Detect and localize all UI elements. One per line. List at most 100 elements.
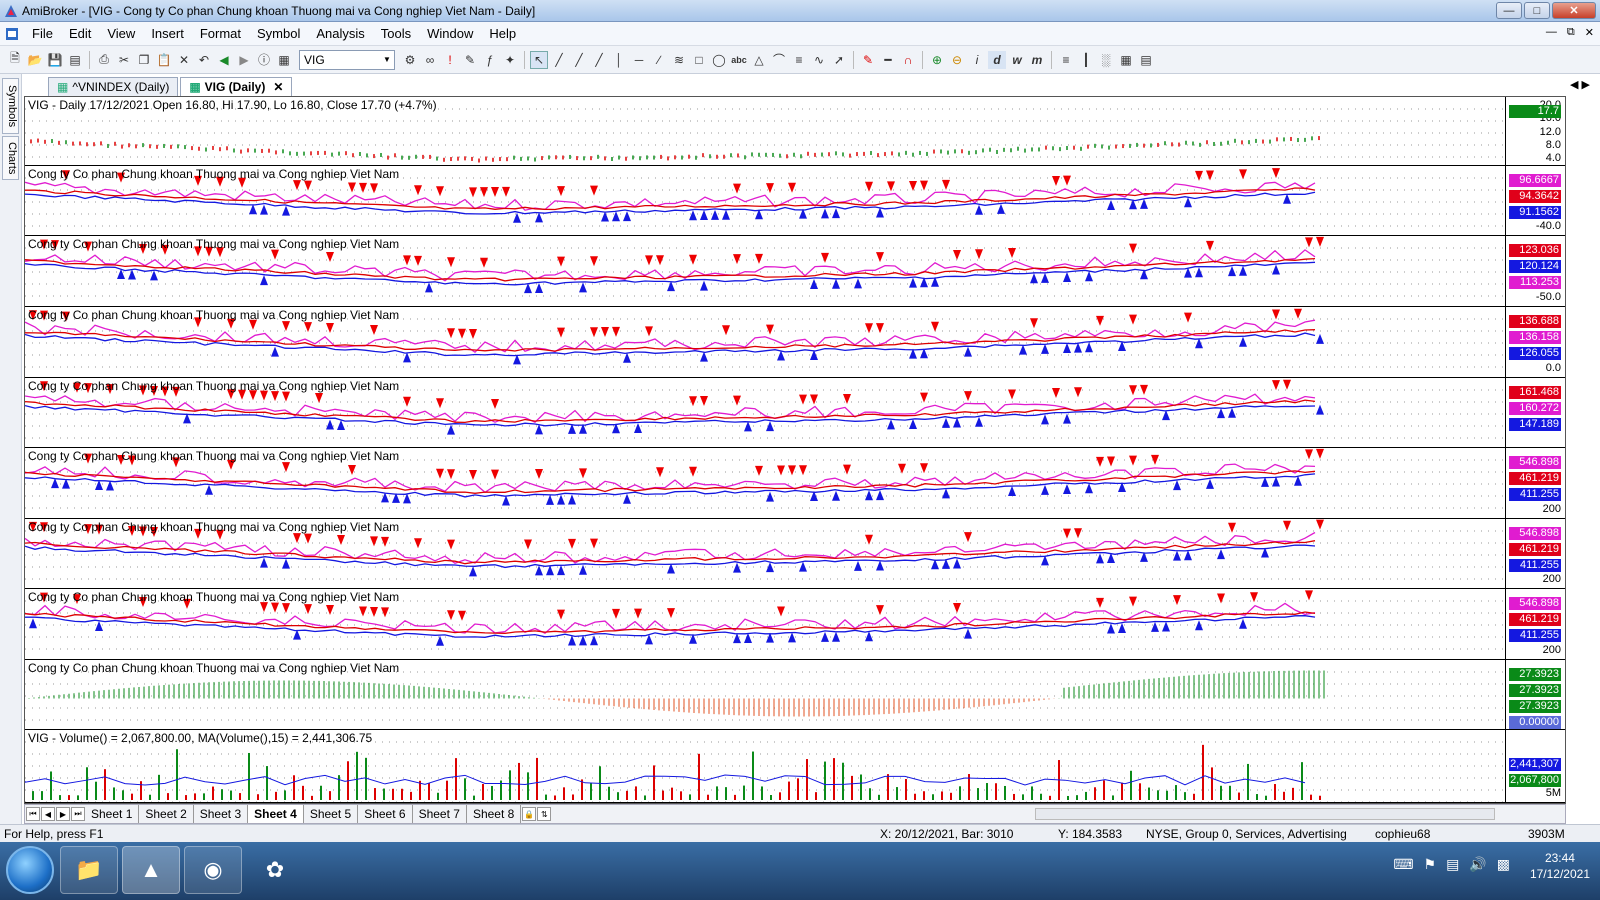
- next-sheet-button[interactable]: ▶: [56, 807, 70, 821]
- pointer-icon[interactable]: ↖: [530, 50, 548, 69]
- arrow-tool-icon[interactable]: ➚: [830, 51, 848, 69]
- explorer-taskbar-icon[interactable]: 📁: [60, 846, 118, 894]
- copy-icon[interactable]: ❐: [135, 51, 153, 69]
- zoom-out-icon[interactable]: ⊖: [948, 51, 966, 69]
- close-button[interactable]: ✕: [1552, 2, 1596, 19]
- value-axis[interactable]: 27.3923 27.3923 27.3923 0.00000: [1505, 660, 1565, 729]
- document-icon[interactable]: [4, 26, 20, 42]
- chart-pane-7[interactable]: Cong ty Co phan Chung khoan Thuong mai v…: [25, 519, 1565, 589]
- sheet-tab-5[interactable]: Sheet 5: [304, 805, 359, 823]
- save-all-icon[interactable]: ▤: [66, 51, 84, 69]
- wizard-icon[interactable]: ✦: [501, 51, 519, 69]
- calendar-icon[interactable]: ▦: [275, 51, 293, 69]
- menu-analysis[interactable]: Analysis: [308, 26, 372, 41]
- tab-vnindex[interactable]: ▦ ^VNINDEX (Daily): [48, 77, 179, 96]
- sheet-tab-4[interactable]: Sheet 4: [248, 805, 304, 823]
- binoculars-icon[interactable]: ∞: [421, 51, 439, 69]
- amibroker-taskbar-icon[interactable]: ▲: [122, 846, 180, 894]
- delete-icon[interactable]: ✕: [175, 51, 193, 69]
- chevron-down-icon[interactable]: ▼: [381, 52, 393, 68]
- chart-pane-10[interactable]: VIG - Volume() = 2,067,800.00, MA(Volume…: [25, 730, 1565, 803]
- formula-icon[interactable]: ƒ: [481, 51, 499, 69]
- chart-pane-1[interactable]: VIG - Daily 17/12/2021 Open 16.80, Hi 17…: [25, 97, 1565, 166]
- app-taskbar-icon[interactable]: ✿: [246, 846, 304, 894]
- cycle-icon[interactable]: ∿: [810, 51, 828, 69]
- chart-pane-3[interactable]: Cong ty Co phan Chung khoan Thuong mai v…: [25, 236, 1565, 307]
- layout-icon[interactable]: ▤: [1137, 51, 1155, 69]
- grid-icon[interactable]: ▦: [1117, 51, 1135, 69]
- back-icon[interactable]: ◀: [215, 51, 233, 69]
- pen-width-icon[interactable]: ━: [879, 51, 897, 69]
- volume-icon[interactable]: 🔊: [1469, 856, 1486, 873]
- chrome-taskbar-icon[interactable]: ◉: [184, 846, 242, 894]
- value-axis[interactable]: 5M 2,441,307 2,067,800: [1505, 730, 1565, 802]
- menu-format[interactable]: Format: [192, 26, 249, 41]
- side-tab-symbols[interactable]: Symbols: [2, 78, 19, 134]
- weekly-icon[interactable]: w: [1008, 51, 1026, 69]
- horizontal-line-icon[interactable]: ─: [630, 51, 648, 69]
- chart-area[interactable]: VIG - Daily 17/12/2021 Open 16.80, Hi 17…: [24, 96, 1566, 804]
- close-tab-icon[interactable]: ✕: [273, 80, 283, 94]
- triangle-icon[interactable]: △: [750, 51, 768, 69]
- value-axis[interactable]: -50.0 123.036 120.124 113.253: [1505, 236, 1565, 306]
- chart-pane-8[interactable]: Cong ty Co phan Chung khoan Thuong mai v…: [25, 589, 1565, 660]
- print-icon[interactable]: ⎙: [95, 51, 113, 69]
- candle-chart-icon[interactable]: ░: [1097, 51, 1115, 69]
- value-axis[interactable]: 161.468 160.272 147.189: [1505, 378, 1565, 447]
- value-axis[interactable]: 0.0 136.688 136.158 126.055: [1505, 307, 1565, 377]
- alert-icon[interactable]: !: [441, 51, 459, 69]
- cut-icon[interactable]: ✂: [115, 51, 133, 69]
- horizontal-scrollbar[interactable]: [1035, 808, 1495, 820]
- symbol-combobox[interactable]: VIG ▼: [299, 49, 395, 70]
- menu-insert[interactable]: Insert: [143, 26, 192, 41]
- forward-icon[interactable]: ▶: [235, 51, 253, 69]
- start-button[interactable]: [6, 846, 54, 894]
- chart-pane-4[interactable]: Cong ty Co phan Chung khoan Thuong mai v…: [25, 307, 1565, 378]
- undo-icon[interactable]: ↶: [195, 51, 213, 69]
- lock-icon[interactable]: 🔒: [522, 807, 537, 821]
- chart-pane-9[interactable]: Cong ty Co phan Chung khoan Thuong mai v…: [25, 660, 1565, 730]
- sheet-options-icon[interactable]: ⇅: [537, 807, 552, 821]
- mdi-restore-icon[interactable]: ⧉: [1567, 26, 1575, 39]
- monthly-icon[interactable]: m: [1028, 51, 1046, 69]
- daily-icon[interactable]: d: [988, 50, 1006, 69]
- scan-icon[interactable]: ✎: [461, 51, 479, 69]
- tab-nav-arrows[interactable]: ◀ ▶: [1570, 78, 1590, 91]
- menu-help[interactable]: Help: [481, 26, 524, 41]
- rectangle-icon[interactable]: □: [690, 51, 708, 69]
- sheet-tab-7[interactable]: Sheet 7: [413, 805, 467, 823]
- sheet-tab-6[interactable]: Sheet 6: [358, 805, 413, 823]
- value-axis[interactable]: 200 546.898 461.219 411.255: [1505, 589, 1565, 659]
- side-tab-charts[interactable]: Charts: [2, 136, 19, 180]
- vertical-line-icon[interactable]: │: [610, 51, 628, 69]
- paste-icon[interactable]: 📋: [155, 51, 173, 69]
- zoom-in-icon[interactable]: ⊕: [928, 51, 946, 69]
- open-icon[interactable]: 📂: [26, 51, 44, 69]
- sheet-tab-8[interactable]: Sheet 8: [467, 805, 522, 823]
- last-sheet-button[interactable]: ⏭: [71, 807, 85, 821]
- info-icon[interactable]: ⓘ: [255, 51, 273, 69]
- fibonacci-icon[interactable]: ≋: [670, 51, 688, 69]
- bar-chart-icon[interactable]: ┃: [1077, 51, 1095, 69]
- signal-icon[interactable]: ▩: [1497, 856, 1510, 873]
- value-axis[interactable]: 200 546.898 461.219 411.255: [1505, 448, 1565, 518]
- chart-pane-6[interactable]: Cong ty Co phan Chung khoan Thuong mai v…: [25, 448, 1565, 519]
- chart-pane-5[interactable]: Cong ty Co phan Chung khoan Thuong mai v…: [25, 378, 1565, 448]
- ellipse-icon[interactable]: ◯: [710, 51, 728, 69]
- menu-edit[interactable]: Edit: [61, 26, 99, 41]
- parallel-lines-icon[interactable]: ∕: [650, 51, 668, 69]
- gear-icon[interactable]: ⚙: [401, 51, 419, 69]
- intraday-icon[interactable]: i: [968, 51, 986, 69]
- minimize-button[interactable]: —: [1496, 2, 1522, 19]
- mdi-close-icon[interactable]: ✕: [1585, 26, 1594, 39]
- new-icon[interactable]: 🗎: [6, 51, 24, 69]
- sheet-tab-1[interactable]: Sheet 1: [85, 805, 140, 823]
- keyboard-icon[interactable]: ⌨: [1393, 856, 1413, 873]
- menu-symbol[interactable]: Symbol: [249, 26, 308, 41]
- sheet-tab-3[interactable]: Sheet 3: [194, 805, 249, 823]
- color-icon[interactable]: ✎: [859, 51, 877, 69]
- network-icon[interactable]: ▤: [1446, 856, 1459, 873]
- save-icon[interactable]: 💾: [46, 51, 64, 69]
- gann-icon[interactable]: ≡: [790, 51, 808, 69]
- menu-window[interactable]: Window: [419, 26, 481, 41]
